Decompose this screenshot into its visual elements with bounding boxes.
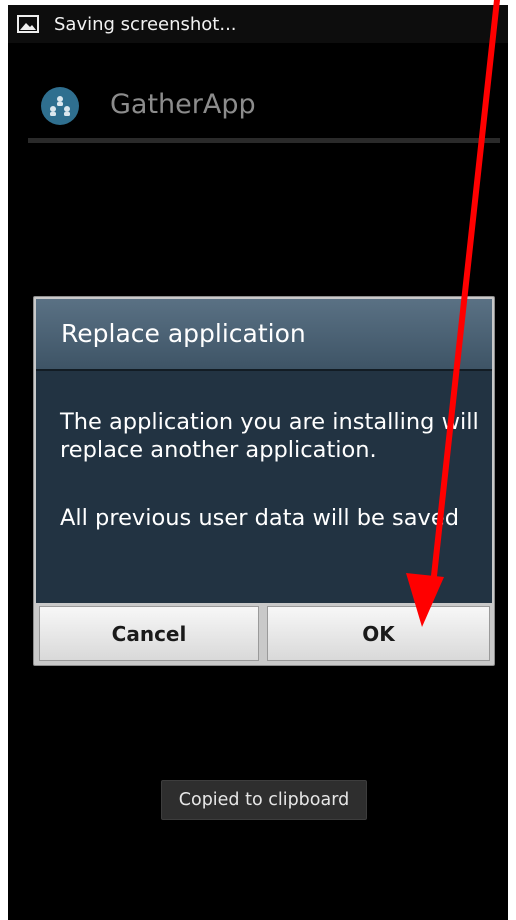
people-network-icon bbox=[41, 87, 79, 125]
dialog-body: The application you are installing will … bbox=[36, 369, 492, 603]
toast-message: Copied to clipboard bbox=[161, 780, 367, 820]
status-notification-text: Saving screenshot... bbox=[54, 13, 237, 35]
status-bar: Saving screenshot... bbox=[8, 5, 508, 43]
app-bar-divider bbox=[28, 138, 500, 143]
dialog-title: Replace application bbox=[61, 319, 306, 348]
dialog-title-bar: Replace application bbox=[36, 299, 492, 369]
app-bar: GatherApp bbox=[8, 63, 508, 143]
ok-button[interactable]: OK bbox=[267, 606, 490, 661]
dialog-note: All previous user data will be saved bbox=[60, 505, 459, 531]
cancel-button[interactable]: Cancel bbox=[39, 606, 259, 661]
replace-application-dialog: Replace application The application you … bbox=[33, 296, 495, 666]
image-icon bbox=[17, 15, 39, 33]
app-title: GatherApp bbox=[110, 89, 256, 120]
dialog-message: The application you are installing will … bbox=[60, 409, 479, 463]
dialog-button-row: Cancel OK bbox=[36, 603, 492, 663]
android-screen: Saving screenshot... GatherApp Replace a… bbox=[8, 5, 508, 920]
